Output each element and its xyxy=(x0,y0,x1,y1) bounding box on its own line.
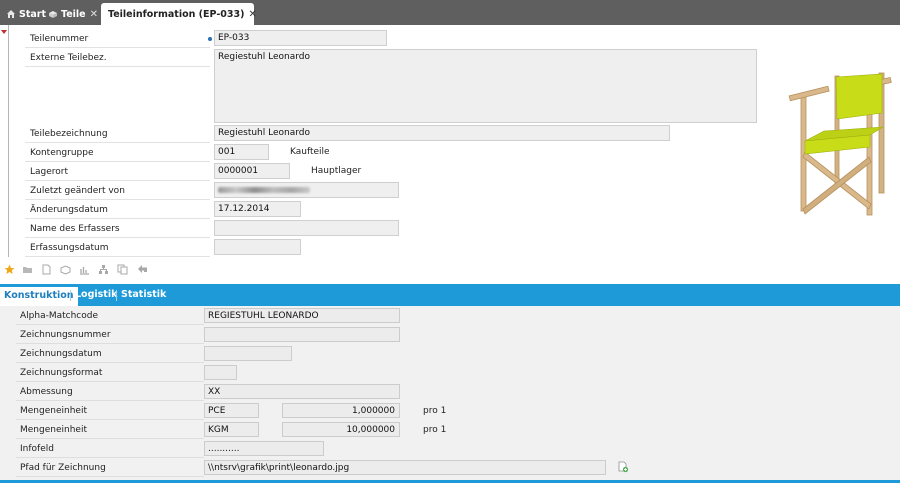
name-des-erfassers-label: Name des Erfassers xyxy=(30,224,120,234)
collapse-marker-icon[interactable] xyxy=(1,30,7,34)
row-divider xyxy=(25,199,210,200)
lagerort-label: Lagerort xyxy=(30,167,69,177)
row-divider xyxy=(25,256,210,257)
part-image xyxy=(788,72,892,216)
aenderungsdatum-field[interactable]: 17.12.2014 xyxy=(214,201,301,217)
tab-teileinformation[interactable]: Teileinformation (EP-033) ✕ xyxy=(101,3,257,25)
tab-teile[interactable]: Teile ✕ xyxy=(44,3,102,25)
kontengruppe-field[interactable]: 001 xyxy=(214,144,269,160)
zeichnungsnummer-field[interactable] xyxy=(204,327,400,342)
document-icon[interactable] xyxy=(41,264,52,275)
erfassungsdatum-label: Erfassungsdatum xyxy=(30,243,109,253)
abmessung-label: Abmessung xyxy=(20,387,73,397)
row-divider xyxy=(16,324,204,325)
part-info-window: Start Teile ✕ Teileinformation (EP-033) … xyxy=(0,0,900,483)
teilebezeichnung-field[interactable]: Regiestuhl Leonardo xyxy=(214,125,670,141)
row-divider xyxy=(16,400,204,401)
teilenummer-label: Teilenummer xyxy=(30,34,89,44)
tab-teileinformation-label: Teileinformation (EP-033) xyxy=(108,8,245,20)
home-icon xyxy=(7,10,15,18)
mengeneinheit-quantity-field[interactable]: 10,000000 xyxy=(282,422,400,437)
kontengruppe-label: Kontengruppe xyxy=(30,148,94,158)
mengeneinheit-label: Mengeneinheit xyxy=(20,406,87,416)
zuletzt-geaendert-label: Zuletzt geändert von xyxy=(30,186,125,196)
tab-konstruktion[interactable]: Konstruktion xyxy=(0,287,78,306)
tab-start[interactable]: Start xyxy=(2,3,50,25)
konstruktion-panel: Alpha-Matchcode REGIESTUHL LEONARDO Zeic… xyxy=(0,306,900,483)
externe-teilebez-label: Externe Teilebez. xyxy=(30,53,107,63)
tab-teile-label: Teile xyxy=(61,8,86,20)
infofeld-label: Infofeld xyxy=(20,444,54,454)
mengeneinheit-label: Mengeneinheit xyxy=(20,425,87,435)
kontengruppe-description: Kaufteile xyxy=(290,147,330,157)
alpha-matchcode-label: Alpha-Matchcode xyxy=(20,311,99,321)
externe-teilebez-field[interactable]: Regiestuhl Leonardo xyxy=(214,49,757,123)
tab-start-label: Start xyxy=(19,8,47,20)
lagerort-description: Hauptlager xyxy=(311,166,362,176)
copy-icon[interactable] xyxy=(117,264,128,275)
row-divider xyxy=(16,457,204,458)
undo-icon[interactable] xyxy=(137,264,148,275)
info-icon[interactable] xyxy=(208,37,212,41)
zuletzt-geaendert-field[interactable] xyxy=(214,182,399,198)
network-icon[interactable] xyxy=(98,264,109,275)
row-divider xyxy=(16,438,204,439)
erfassungsdatum-field[interactable] xyxy=(214,239,301,255)
chart-icon[interactable] xyxy=(79,264,90,275)
parts-icon xyxy=(49,11,57,18)
pfad-fuer-zeichnung-field[interactable]: \\ntsrv\grafik\print\leonardo.jpg xyxy=(204,460,606,475)
zeichnungsformat-label: Zeichnungsformat xyxy=(20,368,103,378)
row-divider xyxy=(25,66,210,67)
folder-icon[interactable] xyxy=(22,264,33,275)
zeichnungsformat-field[interactable] xyxy=(204,365,237,380)
row-divider xyxy=(16,343,204,344)
row-divider xyxy=(25,142,210,143)
mengeneinheit-per-label: pro 1 xyxy=(423,406,447,416)
star-icon[interactable] xyxy=(4,264,15,275)
abmessung-field[interactable]: XX xyxy=(204,384,400,399)
mengeneinheit-per-label: pro 1 xyxy=(423,425,447,435)
redacted-name xyxy=(218,187,310,193)
zeichnungsdatum-field[interactable] xyxy=(204,346,292,361)
alpha-matchcode-field[interactable]: REGIESTUHL LEONARDO xyxy=(204,308,400,323)
teilebezeichnung-label: Teilebezeichnung xyxy=(30,129,108,139)
mengeneinheit-unit-field[interactable]: PCE xyxy=(204,403,259,418)
row-divider xyxy=(25,47,210,48)
name-des-erfassers-field[interactable] xyxy=(214,220,399,236)
tab-separator xyxy=(70,290,71,301)
tab-statistik[interactable]: Statistik xyxy=(121,289,166,300)
row-divider xyxy=(25,161,210,162)
lagerort-field[interactable]: 0000001 xyxy=(214,163,290,179)
row-divider xyxy=(16,476,204,477)
teilenummer-field[interactable]: EP-033 xyxy=(214,30,387,46)
close-icon[interactable]: ✕ xyxy=(248,9,256,20)
tab-logistik[interactable]: Logistik xyxy=(75,289,117,300)
tab-separator xyxy=(116,290,117,301)
row-divider xyxy=(16,362,204,363)
row-divider xyxy=(25,218,210,219)
pfad-fuer-zeichnung-label: Pfad für Zeichnung xyxy=(20,463,106,473)
row-divider xyxy=(25,237,210,238)
tab-bar: Start Teile ✕ Teileinformation (EP-033) … xyxy=(0,0,900,25)
box-icon[interactable] xyxy=(60,264,71,275)
aenderungsdatum-label: Änderungsdatum xyxy=(30,205,108,215)
infofeld-field[interactable]: ........... xyxy=(204,441,324,456)
row-divider xyxy=(16,381,204,382)
left-divider xyxy=(8,25,9,257)
close-icon[interactable]: ✕ xyxy=(90,9,98,20)
row-divider xyxy=(16,419,204,420)
subtab-bar: Konstruktion Logistik Statistik xyxy=(0,284,900,306)
row-divider xyxy=(25,180,210,181)
zeichnungsnummer-label: Zeichnungsnummer xyxy=(20,330,111,340)
open-file-icon[interactable] xyxy=(617,461,629,473)
zeichnungsdatum-label: Zeichnungsdatum xyxy=(20,349,102,359)
mengeneinheit-unit-field[interactable]: KGM xyxy=(204,422,259,437)
mengeneinheit-quantity-field[interactable]: 1,000000 xyxy=(282,403,400,418)
